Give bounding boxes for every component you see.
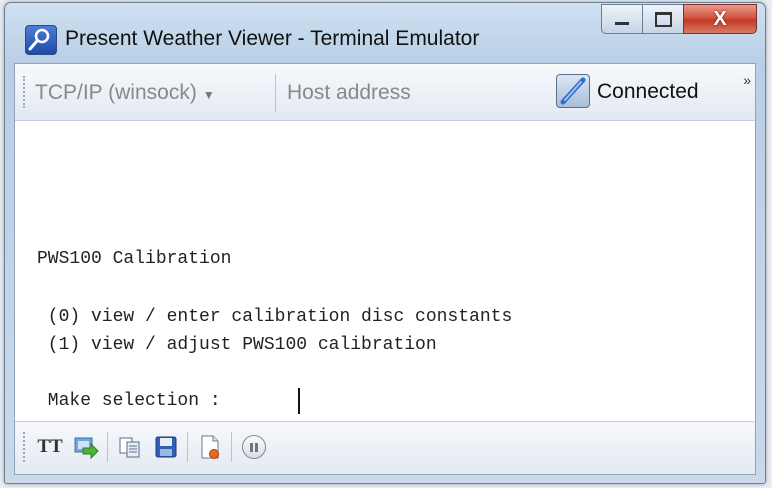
terminal-line: (0) view / enter calibration disc consta… xyxy=(37,307,513,327)
connection-type-dropdown[interactable]: TCP/IP (winsock) ▼ xyxy=(35,81,215,105)
save-button[interactable] xyxy=(151,432,181,462)
minimize-icon xyxy=(615,21,629,25)
window-title: Present Weather Viewer - Terminal Emulat… xyxy=(65,27,480,50)
client-area: TCP/IP (winsock) ▼ Connected » PWS100 Cal… xyxy=(14,63,756,475)
close-button[interactable]: X xyxy=(683,4,757,34)
save-icon xyxy=(155,436,177,458)
send-file-button[interactable] xyxy=(71,432,101,462)
terminal-line: PWS100 Calibration xyxy=(37,249,232,269)
new-log-button[interactable] xyxy=(195,432,225,462)
toolbar-grip[interactable] xyxy=(23,432,28,462)
connection-toolbar: TCP/IP (winsock) ▼ Connected » xyxy=(15,64,755,121)
toolbar-grip[interactable] xyxy=(23,76,28,108)
copy-button[interactable] xyxy=(115,432,145,462)
app-icon[interactable] xyxy=(25,25,57,55)
toolbar-separator xyxy=(187,432,188,462)
toolbar-separator xyxy=(107,432,108,462)
new-log-icon xyxy=(201,435,219,459)
terminal-line: Make selection : xyxy=(37,391,232,411)
minimize-button[interactable] xyxy=(601,4,643,34)
app-window: Present Weather Viewer - Terminal Emulat… xyxy=(4,2,766,484)
maximize-button[interactable] xyxy=(642,4,684,34)
pause-icon xyxy=(242,435,266,459)
close-icon: X xyxy=(713,7,727,30)
text-cursor xyxy=(298,388,300,414)
terminal-line: (1) view / adjust PWS100 calibration xyxy=(37,335,437,355)
toolbar-separator xyxy=(231,432,232,462)
window-controls: X xyxy=(601,4,757,34)
font-tt-icon: TT xyxy=(37,436,63,457)
toolbar-overflow-icon[interactable]: » xyxy=(743,72,751,88)
host-address-input[interactable] xyxy=(285,76,549,110)
toolbar-separator xyxy=(275,74,276,112)
terminal-screen[interactable]: PWS100 Calibration (0) view / enter cali… xyxy=(15,121,755,429)
font-tt-button[interactable]: TT xyxy=(35,432,65,462)
title-bar[interactable]: Present Weather Viewer - Terminal Emulat… xyxy=(5,3,765,63)
connection-status: Connected xyxy=(597,80,699,103)
plug-connected-icon[interactable] xyxy=(556,74,590,108)
chevron-down-icon: ▼ xyxy=(202,88,215,102)
copy-icon xyxy=(119,437,140,458)
pause-button[interactable] xyxy=(239,432,269,462)
send-file-icon xyxy=(74,437,99,459)
bottom-toolbar: TT xyxy=(15,421,755,474)
maximize-icon xyxy=(654,11,672,27)
connection-type-label: TCP/IP (winsock) xyxy=(35,81,197,104)
